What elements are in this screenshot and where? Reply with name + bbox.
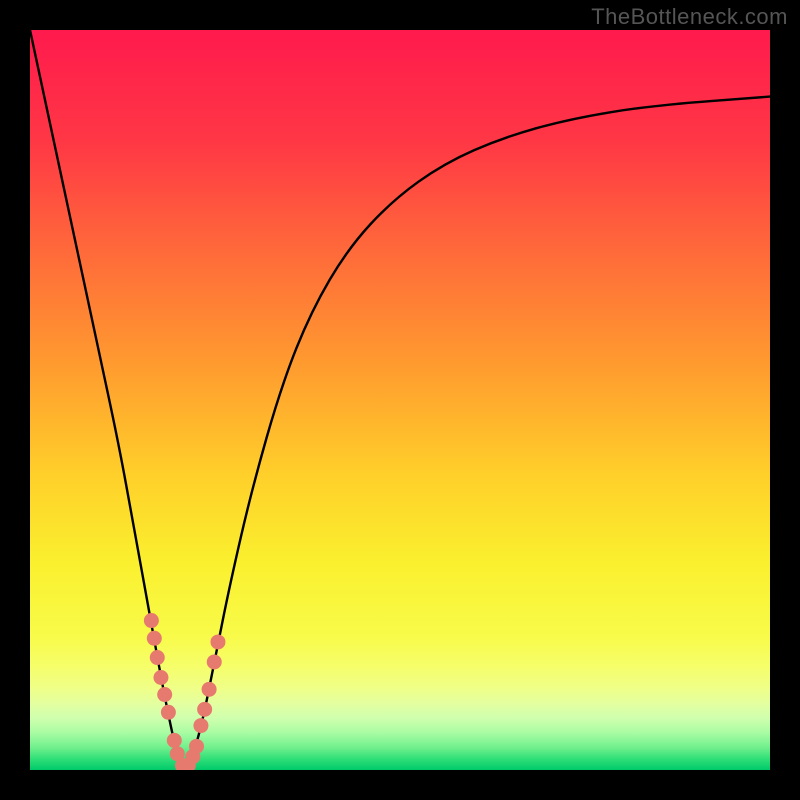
highlight-dot [189,739,204,754]
highlight-dot [202,682,217,697]
highlight-dot [150,650,165,665]
highlight-dot [210,634,225,649]
highlight-dot [207,654,222,669]
attribution-text: TheBottleneck.com [591,4,788,30]
bottleneck-chart [30,30,770,770]
plot-area [30,30,770,770]
highlight-dot [193,718,208,733]
highlight-dot [153,670,168,685]
highlight-dot [144,613,159,628]
chart-frame: TheBottleneck.com [0,0,800,800]
highlight-dot [157,687,172,702]
gradient-background [30,30,770,770]
highlight-dot [197,702,212,717]
highlight-dot [147,631,162,646]
highlight-dot [167,733,182,748]
highlight-dot [161,705,176,720]
